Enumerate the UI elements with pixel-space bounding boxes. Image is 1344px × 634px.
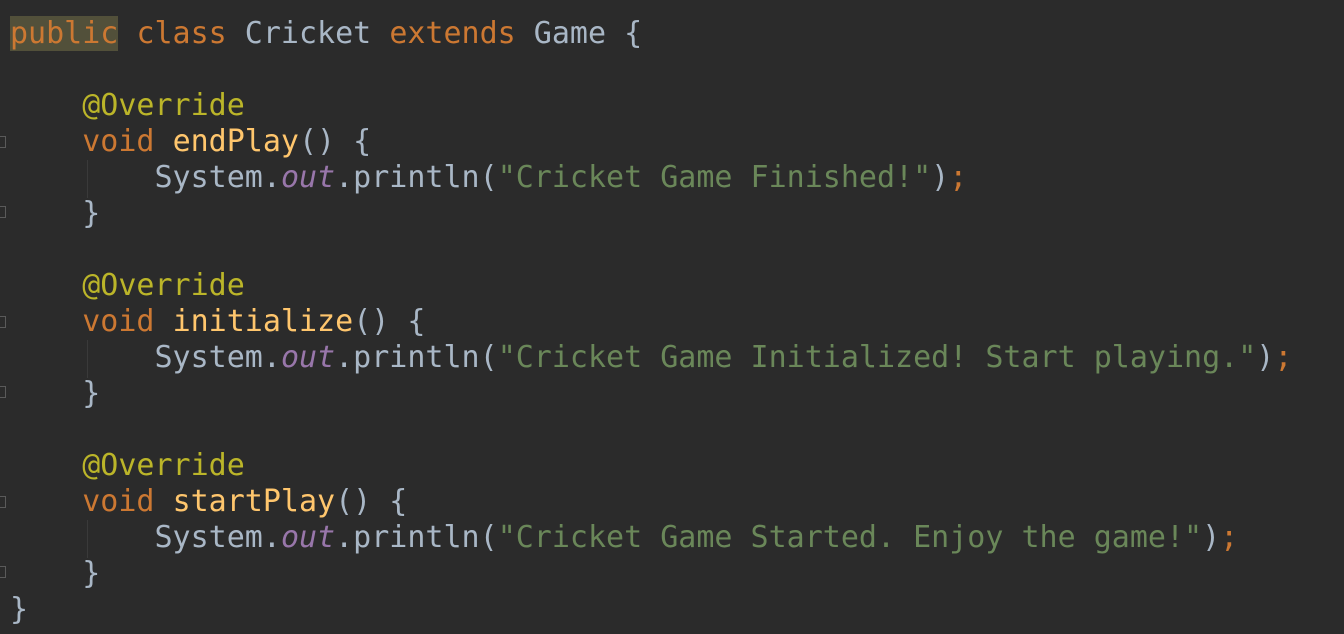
code-token-plain: } (10, 196, 101, 231)
code-line[interactable]: @Override (10, 88, 245, 124)
code-token-string: "Cricket Game Started. Enjoy the game!" (497, 520, 1203, 555)
code-token-keyword: class (136, 16, 227, 51)
code-line[interactable]: } (10, 592, 28, 628)
code-line[interactable]: @Override (10, 268, 245, 304)
fold-marker-icon[interactable] (0, 136, 6, 148)
code-token-plain: } (10, 556, 101, 591)
code-token-plain: } (10, 376, 101, 411)
code-line[interactable]: System.out.println("Cricket Game Started… (10, 520, 1238, 556)
code-token-semicolon: ; (1220, 520, 1239, 555)
code-line[interactable]: void endPlay() { (10, 124, 371, 160)
code-token-plain: Game { (515, 16, 643, 51)
code-line[interactable]: System.out.println("Cricket Game Initial… (10, 340, 1292, 376)
code-token-field: out (280, 340, 336, 375)
code-token-plain: () { (335, 484, 408, 519)
code-token-plain: System. (10, 520, 281, 555)
fold-marker-icon[interactable] (0, 496, 6, 508)
code-token-plain: System. (10, 160, 281, 195)
code-token-plain: ) (1202, 520, 1221, 555)
fold-marker-icon[interactable] (0, 386, 6, 398)
code-line[interactable]: void startPlay() { (10, 484, 407, 520)
code-token-plain: () { (353, 304, 426, 339)
code-token-annotation: @Override (82, 448, 245, 483)
code-token-plain: } (10, 592, 29, 627)
code-token-plain: System. (10, 340, 281, 375)
code-token-keyword-hl: public (10, 16, 119, 51)
code-editor[interactable]: public class Cricket extends Game { @Ove… (0, 0, 1344, 634)
code-token-plain: ) (931, 160, 950, 195)
code-token-plain: .println( (335, 340, 498, 375)
code-token-field: out (280, 520, 336, 555)
code-token-method: startPlay (172, 484, 336, 519)
code-line[interactable]: System.out.println("Cricket Game Finishe… (10, 160, 967, 196)
code-line[interactable]: } (10, 196, 100, 232)
code-token-plain: ) (1256, 340, 1275, 375)
code-token-keyword: void (82, 124, 155, 159)
code-token-semicolon: ; (949, 160, 968, 195)
code-token-annotation: @Override (82, 88, 245, 123)
code-token-method: initialize (172, 304, 354, 339)
code-line[interactable]: } (10, 376, 100, 412)
code-token-plain: .println( (335, 520, 498, 555)
code-token-plain: Cricket (226, 16, 390, 51)
code-line[interactable]: public class Cricket extends Game { (10, 16, 642, 52)
code-token-keyword: void (82, 484, 155, 519)
code-token-plain: () { (299, 124, 372, 159)
code-token-keyword: extends (389, 16, 516, 51)
code-line[interactable]: @Override (10, 448, 245, 484)
fold-marker-icon[interactable] (0, 316, 6, 328)
code-token-method: endPlay (172, 124, 299, 159)
code-token-plain: .println( (335, 160, 498, 195)
code-line[interactable]: } (10, 556, 100, 592)
code-token-string: "Cricket Game Initialized! Start playing… (497, 340, 1257, 375)
code-line[interactable]: void initialize() { (10, 304, 425, 340)
code-token-keyword: void (82, 304, 155, 339)
fold-marker-icon[interactable] (0, 566, 6, 578)
code-token-annotation: @Override (82, 268, 245, 303)
code-token-semicolon: ; (1274, 340, 1293, 375)
code-token-string: "Cricket Game Finished!" (497, 160, 932, 195)
code-token-field: out (280, 160, 336, 195)
fold-marker-icon[interactable] (0, 206, 6, 218)
